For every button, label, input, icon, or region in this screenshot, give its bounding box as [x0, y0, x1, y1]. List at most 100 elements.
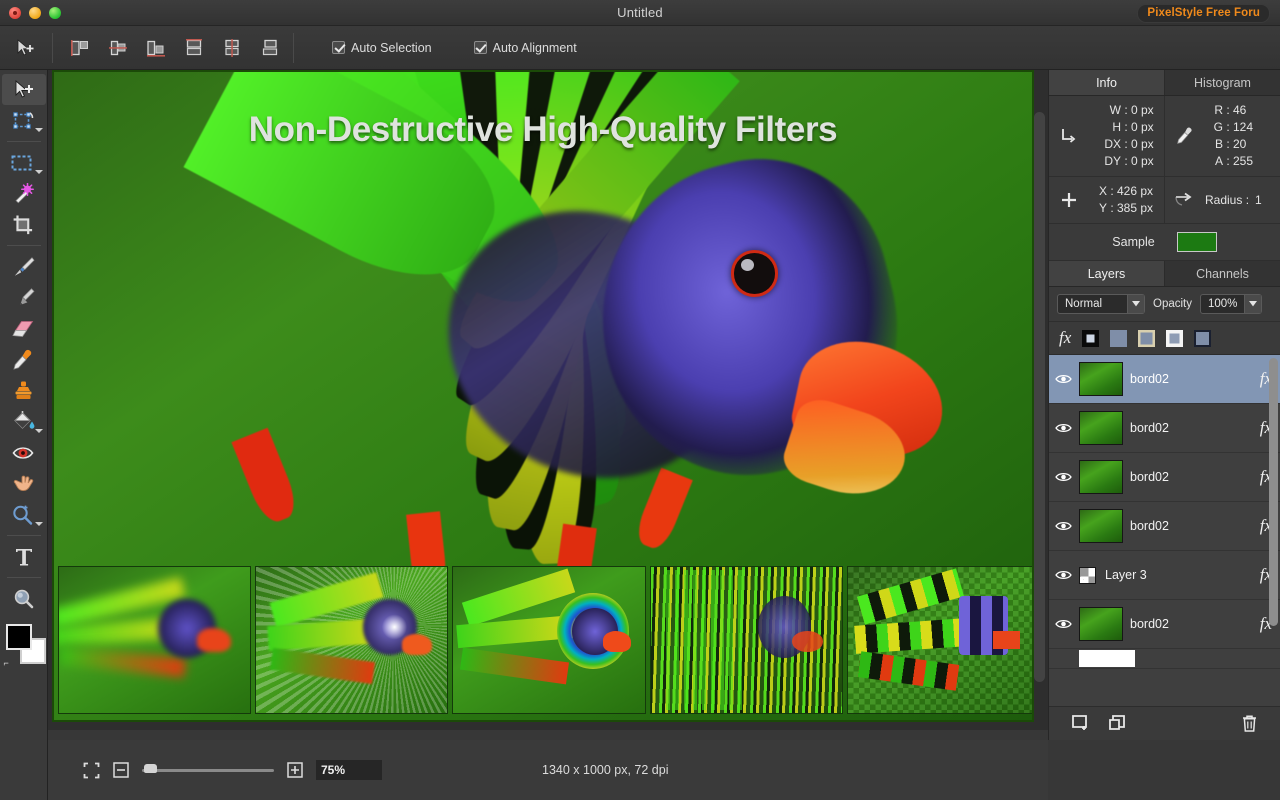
layer-list[interactable]: bord02 fx bord02 fx bord02 fx [1049, 355, 1280, 706]
sample-color-swatch[interactable] [1177, 232, 1217, 252]
document-info: 1340 x 1000 px, 72 dpi [542, 763, 669, 777]
info-key-r: R [1205, 102, 1223, 119]
layer-row[interactable]: bord02 fx [1049, 600, 1280, 649]
align-right-button[interactable] [143, 35, 169, 61]
options-move-tool-icon[interactable] [8, 33, 42, 63]
info-key-w: W [1089, 102, 1121, 119]
eye-icon[interactable] [1055, 373, 1072, 385]
info-key-b: B [1205, 136, 1223, 153]
layer-list-scrollbar[interactable] [1269, 358, 1278, 626]
radius-values: Radius : 1 [1205, 192, 1262, 209]
tool-divider-2 [7, 245, 41, 246]
tool-divider-3 [7, 535, 41, 536]
loupe-tool[interactable] [2, 583, 46, 614]
auto-alignment-checkbox[interactable]: Auto Alignment [474, 41, 577, 55]
auto-selection-checkbox[interactable]: Auto Selection [332, 41, 432, 55]
zoom-slider[interactable] [142, 769, 274, 772]
info-value-y: 385 px [1117, 200, 1153, 217]
options-bar: Auto Selection Auto Alignment [0, 26, 1280, 70]
text-tool[interactable] [2, 541, 46, 572]
stamp-tool[interactable] [2, 375, 46, 406]
filter-preview-wind-streak[interactable] [650, 566, 843, 714]
document-image[interactable]: Non-Destructive High-Quality Filters [52, 70, 1034, 722]
info-sep: : [1121, 136, 1131, 153]
chevron-down-icon [35, 429, 43, 433]
pixelstyle-window: Untitled PixelStyle Free Foru [0, 0, 1280, 800]
canvas-overlay-title: Non-Destructive High-Quality Filters [54, 110, 1032, 150]
red-eye-tool[interactable] [2, 437, 46, 468]
crop-tool[interactable] [2, 209, 46, 240]
canvas-vertical-scrollbar[interactable] [1034, 112, 1045, 682]
filter-preview-radial-rays[interactable] [255, 566, 448, 714]
layer-mask-flat-button[interactable] [1110, 330, 1127, 347]
info-value-dx: 0 px [1131, 136, 1154, 153]
chevron-down-icon [35, 128, 43, 132]
eye-icon[interactable] [1055, 569, 1072, 581]
info-key-dy: DY [1089, 153, 1121, 170]
checkmark-icon [332, 41, 345, 54]
align-top-button[interactable] [181, 35, 207, 61]
zoom-slider-knob[interactable] [144, 764, 157, 773]
fit-to-screen-button[interactable] [82, 761, 100, 779]
layer-row[interactable]: bord02 fx [1049, 404, 1280, 453]
opacity-select[interactable]: 100% [1200, 294, 1262, 314]
tab-layers[interactable]: Layers [1049, 261, 1164, 286]
promo-badge[interactable]: PixelStyle Free Foru [1137, 4, 1270, 23]
layer-row[interactable] [1049, 649, 1280, 669]
eye-icon[interactable] [1055, 520, 1072, 532]
info-key-a: A [1205, 153, 1223, 170]
transform-tool[interactable] [2, 105, 46, 136]
eyedropper-icon [1165, 126, 1205, 146]
zoom-in-button[interactable] [286, 761, 304, 779]
new-layer-button[interactable] [1071, 714, 1090, 733]
layer-mask-black-button[interactable] [1082, 330, 1099, 347]
brush-tool[interactable] [2, 251, 46, 282]
eye-icon[interactable] [1055, 422, 1072, 434]
fx-icon[interactable]: fx [1059, 328, 1071, 348]
layer-thumbnail [1079, 460, 1123, 494]
align-center-horizontal-button[interactable] [105, 35, 131, 61]
dimensions-icon [1049, 126, 1089, 146]
opacity-label: Opacity [1153, 298, 1192, 310]
layer-row[interactable]: Layer 3 fx [1049, 551, 1280, 600]
layer-row[interactable]: bord02 fx [1049, 453, 1280, 502]
info-value-b: 20 [1233, 136, 1246, 153]
tab-info[interactable]: Info [1049, 70, 1164, 95]
delete-layer-button[interactable] [1241, 714, 1258, 733]
duplicate-layer-button[interactable] [1108, 714, 1127, 733]
blend-mode-select[interactable]: Normal [1057, 294, 1145, 314]
layer-thumbnail [1079, 607, 1123, 641]
pencil-tool[interactable] [2, 282, 46, 313]
eye-icon[interactable] [1055, 471, 1072, 483]
filter-preview-mosaic-pixelate[interactable] [847, 566, 1034, 714]
paint-bucket-tool[interactable] [2, 406, 46, 437]
canvas-area[interactable]: Non-Destructive High-Quality Filters [48, 70, 1048, 730]
eye-icon[interactable] [1055, 618, 1072, 630]
layers-tabs: Layers Channels [1049, 261, 1280, 287]
layer-row[interactable]: bord02 fx [1049, 502, 1280, 551]
move-tool[interactable] [2, 74, 46, 105]
foreground-color-swatch[interactable] [6, 624, 32, 650]
align-bottom-button[interactable] [257, 35, 283, 61]
eyedropper-tool[interactable] [2, 344, 46, 375]
zoom-tool[interactable] [2, 499, 46, 530]
rectangular-marquee-tool[interactable] [2, 147, 46, 178]
hand-tool[interactable] [2, 468, 46, 499]
filter-preview-color-halo[interactable] [452, 566, 645, 714]
tab-histogram[interactable]: Histogram [1164, 70, 1280, 95]
layer-mask-glow-button[interactable] [1138, 330, 1155, 347]
align-center-vertical-button[interactable] [219, 35, 245, 61]
reset-colors-icon[interactable]: ⌐ [4, 658, 9, 668]
chevron-down-icon [35, 170, 43, 174]
layer-name: bord02 [1130, 421, 1253, 435]
layer-mask-dark-button[interactable] [1194, 330, 1211, 347]
filter-preview-motion-blur[interactable] [58, 566, 251, 714]
zoom-out-button[interactable] [112, 761, 130, 779]
layer-row[interactable]: bord02 fx [1049, 355, 1280, 404]
align-left-button[interactable] [67, 35, 93, 61]
layer-mask-inner-button[interactable] [1166, 330, 1183, 347]
magic-wand-tool[interactable] [2, 178, 46, 209]
zoom-level-input[interactable]: 75% [316, 760, 382, 780]
tab-channels[interactable]: Channels [1164, 261, 1280, 286]
eraser-tool[interactable] [2, 313, 46, 344]
